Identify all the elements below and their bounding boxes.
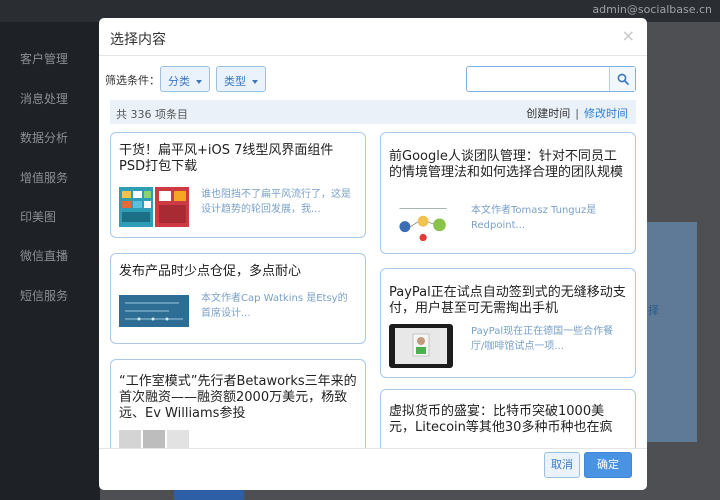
result-count: 共 336 项条目	[116, 108, 188, 121]
card-excerpt: 谁也阻挡不了扁平风流行了，这是设计趋势的轮回发展，我...	[201, 189, 351, 215]
sidebar-item-messages[interactable]: 消息处理	[20, 90, 68, 107]
chevron-down-icon	[196, 80, 202, 84]
background-link: 择	[648, 304, 659, 317]
sidebar-item-print[interactable]: 印美图	[20, 208, 56, 225]
modal-footer: 取消 确定	[99, 448, 647, 490]
sidebar-item-sms[interactable]: 短信服务	[20, 287, 68, 304]
modal-title: 选择内容	[110, 32, 166, 48]
type-dropdown[interactable]: 类型	[216, 66, 266, 92]
search-input[interactable]	[471, 70, 605, 88]
card-excerpt: 本文作者Cap Watkins 是Etsy的首席设计...	[201, 293, 348, 319]
sidebar-item-customers[interactable]: 客户管理	[20, 50, 68, 67]
app-sidebar: 客户管理 消息处理 数据分析 增值服务 印美图 微信直播 短信服务	[0, 22, 100, 500]
card-title: PayPal正在试点自动签到式的无缝移动支付，用户甚至可无需掏出手机	[389, 285, 626, 316]
card-title: 前Google人谈团队管理：针对不同员工的情境管理法和如何选择合理的团队规模	[389, 149, 624, 180]
sidebar-item-analytics[interactable]: 数据分析	[20, 129, 68, 146]
card-title: “工作室模式”先行者Betaworks三年来的首次融资——融资额2000万美元，…	[119, 374, 357, 421]
sort-by-modified[interactable]: 修改时间	[584, 107, 628, 120]
card-thumbnail	[392, 203, 456, 243]
chevron-down-icon	[252, 80, 258, 84]
card-excerpt: PayPal现在正在德国一些合作餐厅/咖啡馆试点一项...	[471, 326, 614, 352]
card-excerpt: 本文作者Tomasz Tunguz是Redpoint...	[471, 205, 597, 231]
card-thumbnail	[119, 430, 189, 448]
content-card[interactable]: “工作室模式”先行者Betaworks三年来的首次融资——融资额2000万美元，…	[110, 359, 366, 448]
search-icon	[617, 73, 629, 85]
search-button[interactable]	[609, 67, 635, 91]
sidebar-item-value-added[interactable]: 增值服务	[20, 169, 68, 186]
sort-options: 创建时间 | 修改时间	[526, 105, 628, 121]
result-info-bar: 共 336 项条目 创建时间 | 修改时间	[110, 100, 636, 124]
card-title: 干货！扁平风+iOS 7线型风界面组件PSD打包下载	[119, 143, 334, 174]
card-thumbnail	[119, 295, 189, 327]
sort-by-created[interactable]: 创建时间	[526, 107, 570, 120]
card-thumbnail	[119, 187, 189, 227]
filter-label: 筛选条件：	[105, 74, 160, 87]
filter-row: 筛选条件： 分类 类型	[99, 66, 647, 94]
content-list: 干货！扁平风+iOS 7线型风界面组件PSD打包下载 谁也阻挡不了扁平风流行了，…	[99, 130, 647, 448]
select-content-modal: 选择内容 × 筛选条件： 分类 类型 共 336 项条目 创建时间 | 修改时间	[99, 18, 647, 490]
modal-header: 选择内容 ×	[99, 18, 647, 56]
content-card[interactable]: PayPal正在试点自动签到式的无缝移动支付，用户甚至可无需掏出手机 PayPa…	[380, 268, 636, 378]
content-card[interactable]: 发布产品时少点仓促，多点耐心 本文作者Cap Watkins 是Etsy的首席设…	[110, 253, 366, 344]
type-dropdown-label: 类型	[224, 75, 246, 88]
user-account[interactable]: admin@socialbase.cn	[592, 3, 712, 16]
card-title: 虚拟货币的盛宴：比特币突破1000美元，Litecoin等其他30多种币种也在疯	[389, 404, 613, 435]
content-card[interactable]: 干货！扁平风+iOS 7线型风界面组件PSD打包下载 谁也阻挡不了扁平风流行了，…	[110, 132, 366, 238]
cancel-button[interactable]: 取消	[544, 452, 580, 478]
confirm-button[interactable]: 确定	[584, 452, 632, 478]
sort-separator: |	[575, 107, 579, 120]
background-panel	[645, 222, 697, 442]
close-icon[interactable]: ×	[622, 26, 635, 45]
category-dropdown[interactable]: 分类	[160, 66, 210, 92]
category-dropdown-label: 分类	[168, 75, 190, 88]
content-card[interactable]: 前Google人谈团队管理：针对不同员工的情境管理法和如何选择合理的团队规模 本…	[380, 132, 636, 254]
search-box	[466, 66, 636, 92]
card-thumbnail	[389, 324, 453, 368]
content-card[interactable]: 虚拟货币的盛宴：比特币突破1000美元，Litecoin等其他30多种币种也在疯	[380, 389, 636, 448]
sidebar-item-wechat-live[interactable]: 微信直播	[20, 247, 68, 264]
card-title: 发布产品时少点仓促，多点耐心	[119, 264, 302, 279]
